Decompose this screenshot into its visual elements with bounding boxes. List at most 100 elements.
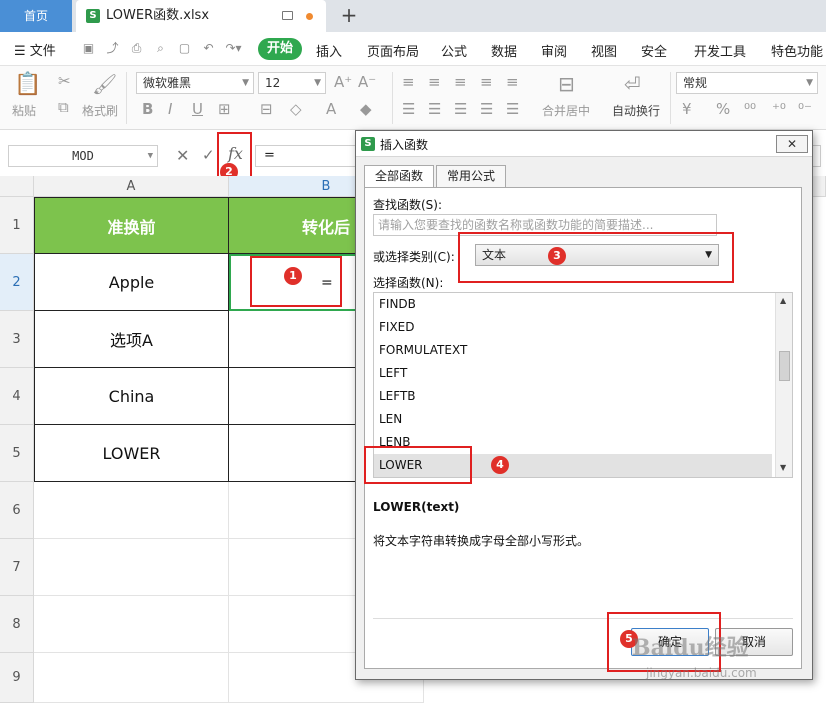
font-color-icon[interactable]: A: [326, 100, 336, 118]
menu-security[interactable]: 安全: [641, 41, 667, 60]
cell-a9[interactable]: [34, 653, 229, 703]
chevron-down-icon: ▼: [314, 78, 321, 88]
tab-common-formulas[interactable]: 常用公式: [436, 165, 506, 187]
border-icon[interactable]: ⊞: [218, 100, 231, 118]
wrap-label[interactable]: 自动换行: [612, 102, 660, 119]
window-icon[interactable]: [282, 11, 293, 20]
percent-icon[interactable]: %: [716, 100, 730, 118]
select-all-corner[interactable]: [0, 176, 34, 197]
font-size-select[interactable]: 12 ▼: [258, 72, 326, 94]
row-header-1[interactable]: 1: [0, 197, 34, 254]
menu-view[interactable]: 视图: [591, 41, 617, 60]
align-center-icon[interactable]: ☰: [428, 100, 441, 118]
currency-icon[interactable]: ¥: [682, 100, 692, 118]
paste-icon[interactable]: 📋: [14, 72, 41, 97]
number-format-select[interactable]: 常规 ▼: [676, 72, 818, 94]
cell-a1[interactable]: 准换前: [34, 197, 229, 254]
menu-insert[interactable]: 插入: [316, 41, 342, 60]
row-header-4[interactable]: 4: [0, 368, 34, 425]
paste-label[interactable]: 粘贴: [12, 102, 36, 119]
font-shrink-icon[interactable]: A⁻: [358, 73, 376, 91]
cell-a7[interactable]: [34, 539, 229, 596]
decimal-inc-icon[interactable]: ⁺⁰: [772, 100, 786, 118]
cell-a3[interactable]: 选项A: [34, 311, 229, 368]
row-header-2[interactable]: 2: [0, 254, 34, 311]
cell-a8[interactable]: [34, 596, 229, 653]
menu-developer[interactable]: 开发工具: [694, 41, 746, 60]
column-header-a[interactable]: A: [34, 176, 229, 197]
more-icon[interactable]: ▾: [232, 42, 245, 55]
cell-a6[interactable]: [34, 482, 229, 539]
list-item[interactable]: LEFT: [374, 362, 772, 385]
format-painter-label[interactable]: 格式刷: [82, 102, 118, 119]
align-left-icon[interactable]: ☰: [402, 100, 415, 118]
row-header-8[interactable]: 8: [0, 596, 34, 653]
list-scrollbar[interactable]: ▲ ▼: [775, 293, 792, 477]
distribute-icon[interactable]: ☰: [506, 100, 519, 118]
brush-icon[interactable]: 🖌: [92, 72, 117, 96]
scroll-up-icon[interactable]: ▲: [780, 296, 786, 305]
quick-icon[interactable]: ▢: [178, 42, 191, 55]
wrap-icon[interactable]: ⏎: [624, 72, 641, 96]
cell-a2[interactable]: Apple: [34, 254, 229, 311]
list-item[interactable]: LEN: [374, 408, 772, 431]
tab-bar: 首页 S LOWER函数.xlsx +: [0, 0, 826, 32]
menu-special[interactable]: 特色功能: [771, 41, 823, 60]
justify-icon[interactable]: ☰: [480, 100, 493, 118]
menu-data[interactable]: 数据: [491, 41, 517, 60]
thousands-icon[interactable]: ⁰⁰: [744, 100, 756, 118]
merge-icon[interactable]: ⊟: [558, 72, 575, 96]
indent-icon[interactable]: ≡: [506, 73, 519, 91]
strikethrough-icon[interactable]: ⊟: [260, 100, 273, 118]
font-grow-icon[interactable]: A⁺: [334, 73, 352, 91]
row-header-5[interactable]: 5: [0, 425, 34, 482]
row-header-9[interactable]: 9: [0, 653, 34, 703]
list-item[interactable]: FORMULATEXT: [374, 339, 772, 362]
align-top-icon[interactable]: ≡: [402, 73, 415, 91]
tab-home[interactable]: 首页: [0, 0, 72, 32]
new-tab-button[interactable]: +: [338, 4, 360, 26]
cell-a5[interactable]: LOWER: [34, 425, 229, 482]
menu-home-active[interactable]: 开始: [258, 38, 302, 60]
underline-icon[interactable]: U: [192, 100, 203, 118]
menu-page-layout[interactable]: 页面布局: [367, 41, 419, 60]
bold-icon[interactable]: B: [142, 100, 153, 118]
preview-icon[interactable]: ⌕: [154, 42, 167, 55]
row-header-6[interactable]: 6: [0, 482, 34, 539]
fill-color-icon[interactable]: ◇: [290, 100, 302, 118]
row-header-3[interactable]: 3: [0, 311, 34, 368]
file-menu[interactable]: ☰ 文件: [14, 40, 56, 59]
export-icon[interactable]: ⤴: [106, 42, 119, 55]
list-item[interactable]: LEFTB: [374, 385, 772, 408]
cell-a4[interactable]: China: [34, 368, 229, 425]
align-bottom-icon[interactable]: ≡: [454, 73, 467, 91]
tab-all-functions[interactable]: 全部函数: [364, 165, 434, 187]
save-icon[interactable]: ▣: [82, 42, 95, 55]
confirm-formula-icon[interactable]: ✓: [202, 146, 215, 164]
decimal-dec-icon[interactable]: ⁰⁻: [798, 100, 812, 118]
merge-label[interactable]: 合并居中: [542, 102, 590, 119]
align-right-icon[interactable]: ☰: [454, 100, 467, 118]
undo-icon[interactable]: ↶: [202, 42, 215, 55]
eraser-icon[interactable]: ◆: [360, 100, 372, 118]
scroll-thumb[interactable]: [779, 351, 790, 381]
cut-icon[interactable]: ✂: [58, 72, 71, 90]
cancel-formula-icon[interactable]: ✕: [176, 146, 189, 165]
row-header-7[interactable]: 7: [0, 539, 34, 596]
close-button[interactable]: ✕: [776, 135, 808, 153]
scroll-down-icon[interactable]: ▼: [780, 463, 786, 472]
menu-review[interactable]: 审阅: [541, 41, 567, 60]
tab-file[interactable]: S LOWER函数.xlsx: [76, 0, 326, 32]
menu-formulas[interactable]: 公式: [441, 41, 467, 60]
copy-icon[interactable]: ⧉: [58, 98, 69, 116]
align-middle-icon[interactable]: ≡: [428, 73, 441, 91]
list-item[interactable]: FIXED: [374, 316, 772, 339]
italic-icon[interactable]: I: [168, 100, 172, 118]
name-box[interactable]: MOD ▼: [8, 145, 158, 167]
font-name-select[interactable]: 微软雅黑 ▼: [136, 72, 254, 94]
dialog-titlebar[interactable]: S 插入函数 ✕: [356, 131, 812, 157]
list-item[interactable]: FINDB: [374, 293, 772, 316]
select-function-label: 选择函数(N):: [373, 276, 444, 290]
orientation-icon[interactable]: ≡: [480, 73, 493, 91]
print-icon[interactable]: ⎙: [130, 42, 143, 55]
